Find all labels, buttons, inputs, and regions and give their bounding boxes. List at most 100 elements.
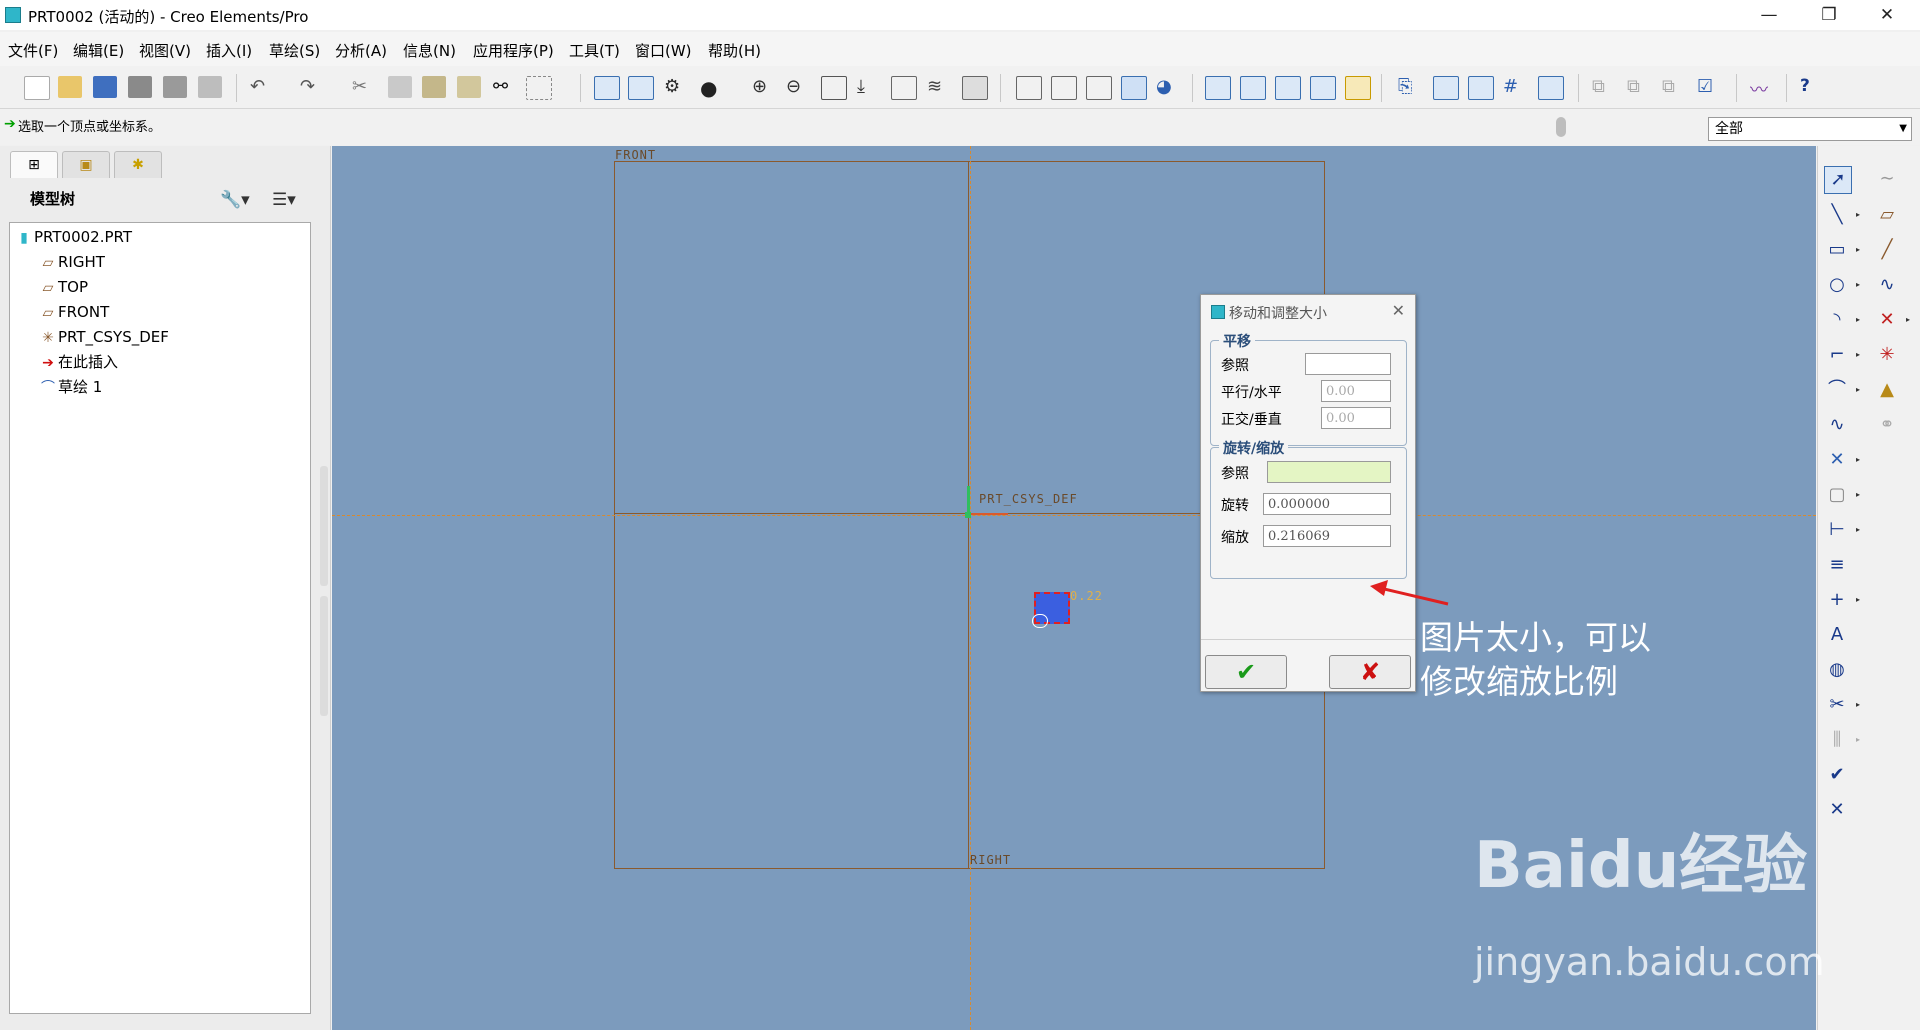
text-icon[interactable]: A (1824, 622, 1850, 648)
chamfer-dropdown-icon[interactable]: ▸ (1856, 385, 1860, 394)
rotate-handle-icon[interactable] (1032, 614, 1048, 628)
redo-icon[interactable]: ↷ (300, 76, 324, 98)
menu-help[interactable]: 帮助(H) (708, 40, 761, 61)
rotate-ref-field[interactable] (1267, 461, 1391, 483)
sketcher-display-icon[interactable] (628, 76, 654, 100)
chamfer-icon[interactable]: ⌒ (1824, 377, 1850, 403)
point-dropdown-icon[interactable]: ▸ (1906, 315, 1910, 324)
fillet-icon[interactable]: ⌐ (1824, 342, 1850, 368)
circle-icon[interactable]: ○ (1824, 272, 1850, 298)
constraint-display-icon[interactable] (1468, 76, 1494, 100)
sketch-point-dropdown-icon[interactable]: ▸ (1856, 455, 1860, 464)
spline-icon[interactable]: ∿ (1874, 272, 1900, 298)
view-manager-icon[interactable] (962, 76, 988, 100)
shading-sphere-icon[interactable]: ● (700, 76, 724, 100)
new-file-icon[interactable] (24, 76, 50, 100)
close-button[interactable]: ✕ (1858, 0, 1916, 30)
tree-show-icon[interactable]: ☰▾ (272, 190, 296, 210)
csys-display-icon[interactable] (1310, 76, 1336, 100)
use-edge-icon[interactable]: ▢ (1824, 482, 1850, 508)
trim-dropdown-icon[interactable]: ▸ (1856, 700, 1860, 709)
minimize-button[interactable]: — (1740, 0, 1798, 30)
menu-applications[interactable]: 应用程序(P) (473, 40, 554, 61)
select-box-icon[interactable] (526, 76, 552, 100)
mirror-dropdown-icon[interactable]: ▸ (1856, 735, 1860, 744)
tree-item-part[interactable]: ▮ PRT0002.PRT (14, 225, 132, 249)
point-display-icon[interactable] (1275, 76, 1301, 100)
paste-icon[interactable] (422, 76, 446, 98)
plane-display-icon[interactable] (1205, 76, 1231, 100)
select-arrow-icon[interactable]: ➚ (1824, 166, 1852, 194)
tree-item-right[interactable]: ▱ RIGHT (38, 250, 105, 274)
quit-sketch-icon[interactable]: ✕ (1824, 797, 1850, 823)
rectangle-icon[interactable]: ▭ (1824, 237, 1850, 263)
regenerate-icon[interactable] (594, 76, 620, 100)
tree-item-csys[interactable]: ✳ PRT_CSYS_DEF (38, 325, 169, 349)
dialog-close-icon[interactable]: ✕ (1392, 301, 1405, 320)
tree-settings-icon[interactable]: 🔧▾ (220, 190, 250, 210)
menu-window[interactable]: 窗口(W) (635, 40, 692, 61)
splitter-handle[interactable] (320, 596, 328, 716)
construction-icon[interactable]: ∼ (1874, 166, 1900, 192)
restore-button[interactable]: ❐ (1800, 0, 1858, 30)
centerline-icon[interactable]: ╱ (1874, 237, 1900, 263)
menu-file[interactable]: 文件(F) (8, 40, 58, 61)
print-preview-icon[interactable] (163, 76, 187, 98)
menu-sketch[interactable]: 草绘(S) (269, 40, 320, 61)
accept-sketch-icon[interactable]: ✔ (1824, 762, 1850, 788)
dimension-display-icon[interactable] (1433, 76, 1459, 100)
menu-info[interactable]: 信息(N) (403, 40, 456, 61)
vertex-display-icon[interactable] (1538, 76, 1564, 100)
rectangle-dropdown-icon[interactable]: ▸ (1856, 245, 1860, 254)
normal-field[interactable]: 0.00 (1321, 407, 1391, 429)
menu-view[interactable]: 视图(V) (139, 40, 191, 61)
undo-icon[interactable]: ↶ (250, 76, 274, 98)
rotate-field[interactable]: 0.000000 (1263, 493, 1391, 515)
line-icon[interactable]: ╲ (1824, 202, 1850, 228)
plane-icon[interactable]: ▱ (1874, 202, 1900, 228)
context-help-icon[interactable]: ? (1800, 76, 1824, 98)
parallel-field[interactable]: 0.00 (1321, 380, 1391, 402)
fillet-dropdown-icon[interactable]: ▸ (1856, 350, 1860, 359)
tree-item-front[interactable]: ▱ FRONT (38, 300, 110, 324)
mirror-icon[interactable]: ⫼ (1824, 727, 1850, 753)
paste-special-icon[interactable] (457, 76, 481, 98)
menu-analysis[interactable]: 分析(A) (335, 40, 387, 61)
translate-ref-field[interactable] (1305, 353, 1391, 375)
shade-closed-icon[interactable]: ⧉ (1592, 76, 1616, 98)
cut-icon[interactable]: ✂ (352, 76, 376, 98)
overlap-icon[interactable]: ⧉ (1627, 76, 1651, 98)
saved-views-icon[interactable] (891, 76, 917, 100)
appearance-icon[interactable]: ◕ (1156, 76, 1180, 98)
zoom-out-icon[interactable]: ⊖ (786, 76, 810, 98)
modify-icon[interactable]: ≡ (1824, 552, 1850, 578)
tab-model-tree[interactable]: ⊞ (10, 151, 58, 178)
shaded-icon[interactable] (1121, 76, 1147, 100)
find-icon[interactable]: ⚯ (493, 76, 517, 98)
save-icon[interactable] (93, 76, 117, 98)
selection-filter[interactable]: 全部 ▼ (1708, 117, 1912, 141)
constraint-icon[interactable]: + (1824, 587, 1850, 613)
ok-button[interactable]: ✔ (1205, 655, 1287, 689)
wireframe-icon[interactable] (1016, 76, 1042, 100)
grid-display-icon[interactable]: # (1503, 76, 1527, 98)
menu-edit[interactable]: 编辑(E) (73, 40, 124, 61)
menu-tools[interactable]: 工具(T) (569, 40, 620, 61)
copy-icon[interactable] (388, 76, 412, 98)
constraint-dropdown-icon[interactable]: ▸ (1856, 595, 1860, 604)
hidden-line-icon[interactable] (1051, 76, 1077, 100)
dimension-dropdown-icon[interactable]: ▸ (1856, 525, 1860, 534)
axis-display-icon[interactable] (1240, 76, 1266, 100)
line-dropdown-icon[interactable]: ▸ (1856, 210, 1860, 219)
tree-item-sketch[interactable]: ⌒ 草绘 1 (38, 375, 102, 399)
spline-tool-icon[interactable]: ∿ (1824, 412, 1850, 438)
refit-icon[interactable] (821, 76, 847, 100)
reorient-icon[interactable]: ⤓ (857, 76, 881, 98)
model-setup-icon[interactable]: ⚙ (664, 76, 688, 98)
tab-folder-browser[interactable]: ▣ (62, 151, 110, 178)
layers-icon[interactable]: ≋ (927, 76, 951, 98)
arc-dropdown-icon[interactable]: ▸ (1856, 315, 1860, 324)
zoom-in-icon[interactable]: ⊕ (752, 76, 776, 98)
open-ends-icon[interactable]: ⧉ (1662, 76, 1686, 98)
constraint-link-icon[interactable]: ⚭ (1874, 412, 1900, 438)
